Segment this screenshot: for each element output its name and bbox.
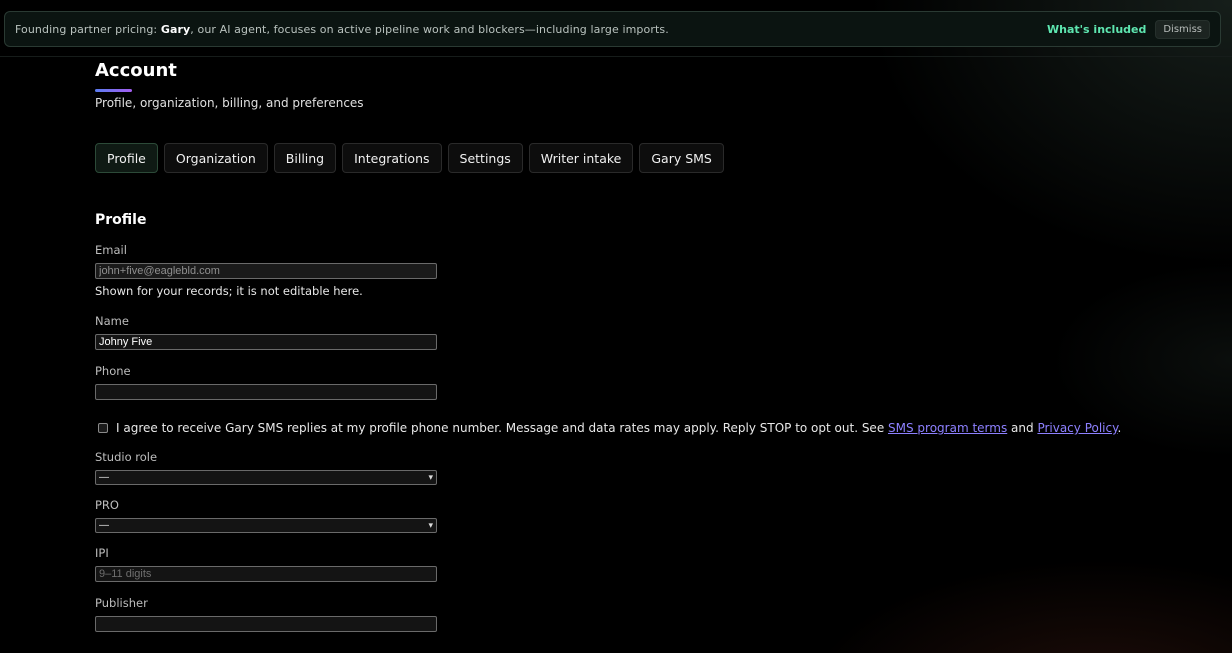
sms-consent-and: and (1007, 421, 1038, 435)
banner-actions: What's included Dismiss (1047, 19, 1210, 39)
pro-value: — (99, 520, 109, 531)
email-label: Email (95, 243, 127, 257)
banner-prefix: Founding partner pricing: (15, 22, 161, 36)
studio-role-value: — (99, 472, 109, 483)
sms-consent-end: . (1117, 421, 1122, 435)
title-accent-underline (95, 89, 132, 92)
chevron-down-icon: ▾ (428, 520, 433, 530)
tab-organization[interactable]: Organization (163, 143, 268, 173)
tab-writer-intake[interactable]: Writer intake (528, 143, 634, 173)
ipi-field[interactable] (95, 566, 437, 582)
banner-suffix: , our AI agent, focuses on active pipeli… (190, 22, 669, 36)
sms-consent-checkbox[interactable] (98, 423, 108, 433)
privacy-policy-link[interactable]: Privacy Policy (1037, 421, 1117, 435)
announcement-banner: Founding partner pricing: Gary, our AI a… (4, 11, 1221, 47)
page-subtitle: Profile, organization, billing, and pref… (95, 96, 364, 110)
name-field[interactable] (95, 334, 437, 350)
tab-integrations[interactable]: Integrations (342, 143, 442, 173)
phone-label: Phone (95, 364, 131, 378)
dismiss-button[interactable]: Dismiss (1155, 19, 1210, 39)
phone-field[interactable] (95, 384, 437, 400)
account-tabs: Profile Organization Billing Integration… (95, 143, 724, 173)
chevron-down-icon: ▾ (428, 472, 433, 482)
name-label: Name (95, 314, 129, 328)
top-divider (0, 56, 1232, 57)
page-title: Account (95, 60, 177, 81)
publisher-label: Publisher (95, 596, 148, 610)
banner-message: Founding partner pricing: Gary, our AI a… (15, 23, 669, 36)
studio-role-select[interactable]: — ▾ (95, 470, 437, 485)
email-field[interactable] (95, 263, 437, 279)
tab-profile[interactable]: Profile (95, 143, 158, 173)
sms-terms-link[interactable]: SMS program terms (888, 421, 1007, 435)
sms-consent-body: I agree to receive Gary SMS replies at m… (116, 421, 889, 435)
pro-label: PRO (95, 498, 119, 512)
tab-gary-sms[interactable]: Gary SMS (639, 143, 724, 173)
tab-settings[interactable]: Settings (447, 143, 523, 173)
tab-billing[interactable]: Billing (273, 143, 337, 173)
studio-role-label: Studio role (95, 450, 158, 464)
email-helper-text: Shown for your records; it is not editab… (95, 284, 363, 298)
sms-consent-text: I agree to receive Gary SMS replies at m… (116, 421, 1121, 435)
sms-consent-row: I agree to receive Gary SMS replies at m… (98, 421, 1121, 435)
profile-section-title: Profile (95, 212, 147, 228)
publisher-field[interactable] (95, 616, 437, 632)
banner-agent-name: Gary (160, 22, 191, 36)
ipi-label: IPI (95, 546, 109, 560)
pro-select[interactable]: — ▾ (95, 518, 437, 533)
whats-included-link[interactable]: What's included (1047, 23, 1146, 36)
